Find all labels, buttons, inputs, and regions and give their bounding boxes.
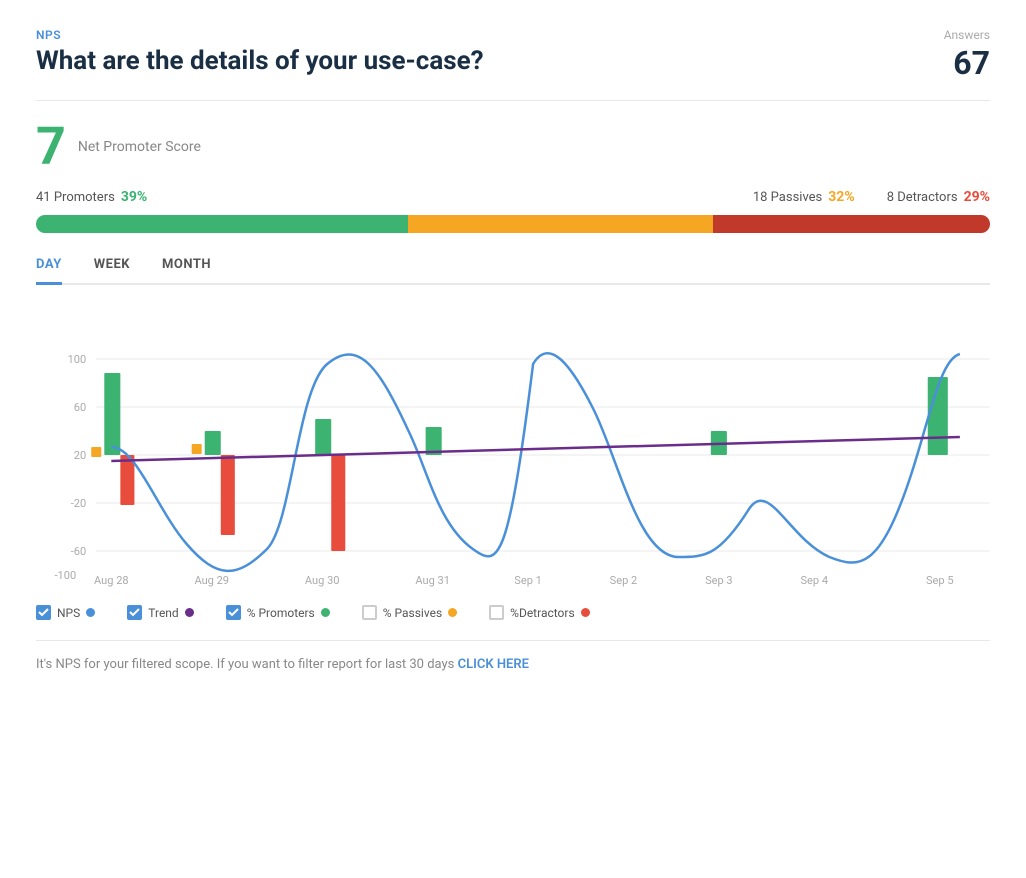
net-promoter-label: Net Promoter Score <box>78 139 201 155</box>
svg-text:100: 100 <box>68 353 87 366</box>
metrics-right: 18 Passives 32% 8 Detractors 29% <box>753 189 990 205</box>
answers-label: Answers <box>944 28 990 42</box>
nps-score-row: 7 Net Promoter Score <box>36 121 990 173</box>
header-divider <box>36 100 990 101</box>
page-title: What are the details of your use-case? <box>36 46 484 76</box>
legend-detractors-label: %Detractors <box>510 606 575 620</box>
svg-text:-60: -60 <box>71 545 86 558</box>
svg-text:Aug 30: Aug 30 <box>305 574 340 587</box>
chart-svg: 100 60 20 -20 -60 -100 Aug 28 Aug 29 Aug… <box>36 309 990 589</box>
legend-passives-checkbox[interactable] <box>362 605 377 620</box>
svg-text:Sep 2: Sep 2 <box>610 574 638 587</box>
legend-detractors-dot <box>581 608 590 617</box>
svg-text:Aug 29: Aug 29 <box>194 574 229 587</box>
passives-pct: 32% <box>828 189 854 205</box>
legend-trend-label: Trend <box>148 606 178 620</box>
detractors-count: 8 Detractors <box>887 190 958 205</box>
click-here-link[interactable]: CLICK HERE <box>458 657 529 672</box>
progress-orange <box>408 215 713 233</box>
tabs-section: DAY WEEK MONTH 100 60 20 -20 <box>36 257 990 620</box>
nps-label: NPS <box>36 28 484 42</box>
legend-promoters-label: % Promoters <box>247 606 315 620</box>
header-left: NPS What are the details of your use-cas… <box>36 28 484 76</box>
score-section: 7 Net Promoter Score 41 Promoters 39% 18… <box>36 121 990 233</box>
svg-text:Sep 4: Sep 4 <box>800 574 828 587</box>
svg-text:-20: -20 <box>71 497 86 510</box>
passives-group: 18 Passives 32% <box>753 189 855 205</box>
tab-month[interactable]: MONTH <box>162 257 211 285</box>
legend-passives: % Passives <box>362 605 457 620</box>
legend-trend-dot <box>185 608 194 617</box>
legend-detractors: %Detractors <box>489 605 590 620</box>
legend-promoters-dot <box>321 608 330 617</box>
svg-text:Aug 28: Aug 28 <box>94 574 129 587</box>
chart-area: 100 60 20 -20 -60 -100 Aug 28 Aug 29 Aug… <box>36 309 990 589</box>
legend-promoters: % Promoters <box>226 605 330 620</box>
promoters-group: 41 Promoters 39% <box>36 189 147 205</box>
legend-trend-checkbox[interactable] <box>127 605 142 620</box>
legend-trend: Trend <box>127 605 193 620</box>
promoters-pct: 39% <box>121 189 147 205</box>
legend-nps-checkbox[interactable] <box>36 605 51 620</box>
legend-passives-dot <box>448 608 457 617</box>
promoters-count: 41 Promoters <box>36 190 115 205</box>
footer-text: It's NPS for your filtered scope. If you… <box>36 657 990 672</box>
legend-nps-label: NPS <box>57 606 80 620</box>
progress-green <box>36 215 408 233</box>
tab-day[interactable]: DAY <box>36 257 62 285</box>
svg-text:Sep 5: Sep 5 <box>926 574 954 587</box>
header: NPS What are the details of your use-cas… <box>36 28 990 82</box>
svg-text:Sep 1: Sep 1 <box>514 574 542 587</box>
svg-text:-100: -100 <box>54 569 76 582</box>
legend-detractors-checkbox[interactable] <box>489 605 504 620</box>
legend-nps: NPS <box>36 605 95 620</box>
footer-description: It's NPS for your filtered scope. If you… <box>36 657 458 672</box>
svg-text:20: 20 <box>74 449 86 462</box>
footer-divider <box>36 640 990 641</box>
tabs-container: DAY WEEK MONTH <box>36 257 990 285</box>
tab-week[interactable]: WEEK <box>94 257 130 285</box>
svg-text:Aug 31: Aug 31 <box>415 574 450 587</box>
detractors-group: 8 Detractors 29% <box>887 189 990 205</box>
header-right: Answers 67 <box>944 28 990 82</box>
progress-bar <box>36 215 990 233</box>
legend-row: NPS Trend % Promoters <box>36 605 990 620</box>
legend-nps-dot <box>86 608 95 617</box>
progress-red <box>713 215 990 233</box>
nps-number: 7 <box>36 121 66 173</box>
detractors-pct: 29% <box>964 189 990 205</box>
svg-text:Sep 3: Sep 3 <box>705 574 733 587</box>
legend-passives-label: % Passives <box>383 606 442 620</box>
answers-value: 67 <box>944 44 990 82</box>
metrics-row: 41 Promoters 39% 18 Passives 32% 8 Detra… <box>36 189 990 205</box>
svg-text:60: 60 <box>74 401 86 414</box>
legend-promoters-checkbox[interactable] <box>226 605 241 620</box>
passives-count: 18 Passives <box>753 190 822 205</box>
